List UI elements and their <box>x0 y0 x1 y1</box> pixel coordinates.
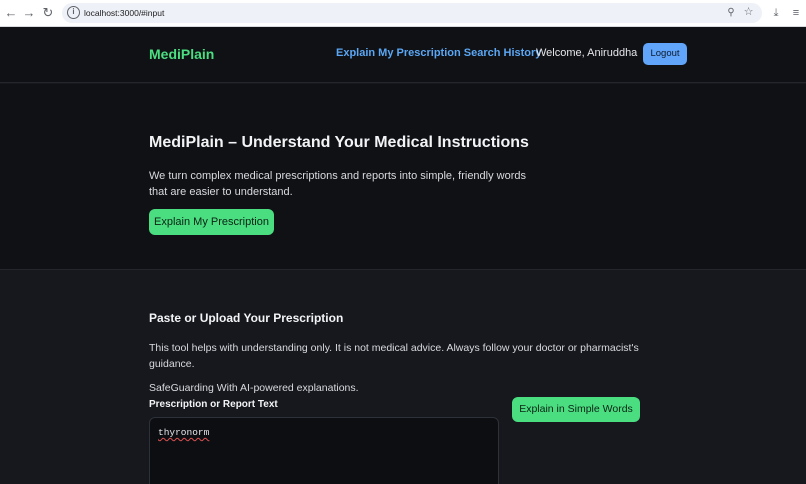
hero-description: We turn complex medical prescriptions an… <box>149 170 527 198</box>
download-icon[interactable]: ⤓ <box>768 5 784 21</box>
explain-simple-words-button[interactable]: Explain in Simple Words <box>512 397 640 422</box>
disclaimer-text: This tool helps with understanding only.… <box>149 342 639 370</box>
section-title: Paste or Upload Your Prescription <box>149 311 344 325</box>
explain-prescription-button[interactable]: Explain My Prescription <box>149 209 274 235</box>
brand-logo[interactable]: MediPlain <box>149 46 214 62</box>
app-header: MediPlain Explain My Prescription Search… <box>0 27 806 83</box>
star-icon[interactable]: ☆ <box>742 6 755 19</box>
key-icon[interactable]: ⚲ <box>725 7 737 19</box>
back-arrow-icon[interactable]: ← <box>3 5 19 21</box>
prescription-field-label: Prescription or Report Text <box>149 399 278 410</box>
logout-button[interactable]: Logout <box>643 43 687 65</box>
address-bar[interactable]: i localhost:3000/#input ⚲ ☆ <box>62 3 762 23</box>
prescription-textarea[interactable]: thyronorm <box>149 417 499 484</box>
menu-icon[interactable]: ≡ <box>788 5 804 21</box>
info-icon[interactable]: i <box>67 6 80 19</box>
page-title: MediPlain – Understand Your Medical Inst… <box>149 134 529 151</box>
nav-link-explain-history[interactable]: Explain My Prescription Search History <box>336 47 541 59</box>
welcome-text: Welcome, Aniruddha <box>536 47 638 59</box>
reload-icon[interactable]: ↻ <box>40 5 56 21</box>
url-text[interactable]: localhost:3000/#input <box>84 6 164 20</box>
forward-arrow-icon[interactable]: → <box>21 5 37 21</box>
safeguard-text: SafeGuarding With AI-powered explanation… <box>149 382 359 394</box>
browser-toolbar: ← → ↻ i localhost:3000/#input ⚲ ☆ ⤓ ≡ <box>0 0 806 27</box>
input-section: Paste or Upload Your Prescription This t… <box>0 271 806 484</box>
hero-section: MediPlain – Understand Your Medical Inst… <box>0 84 806 270</box>
textarea-value: thyronorm <box>158 427 210 438</box>
